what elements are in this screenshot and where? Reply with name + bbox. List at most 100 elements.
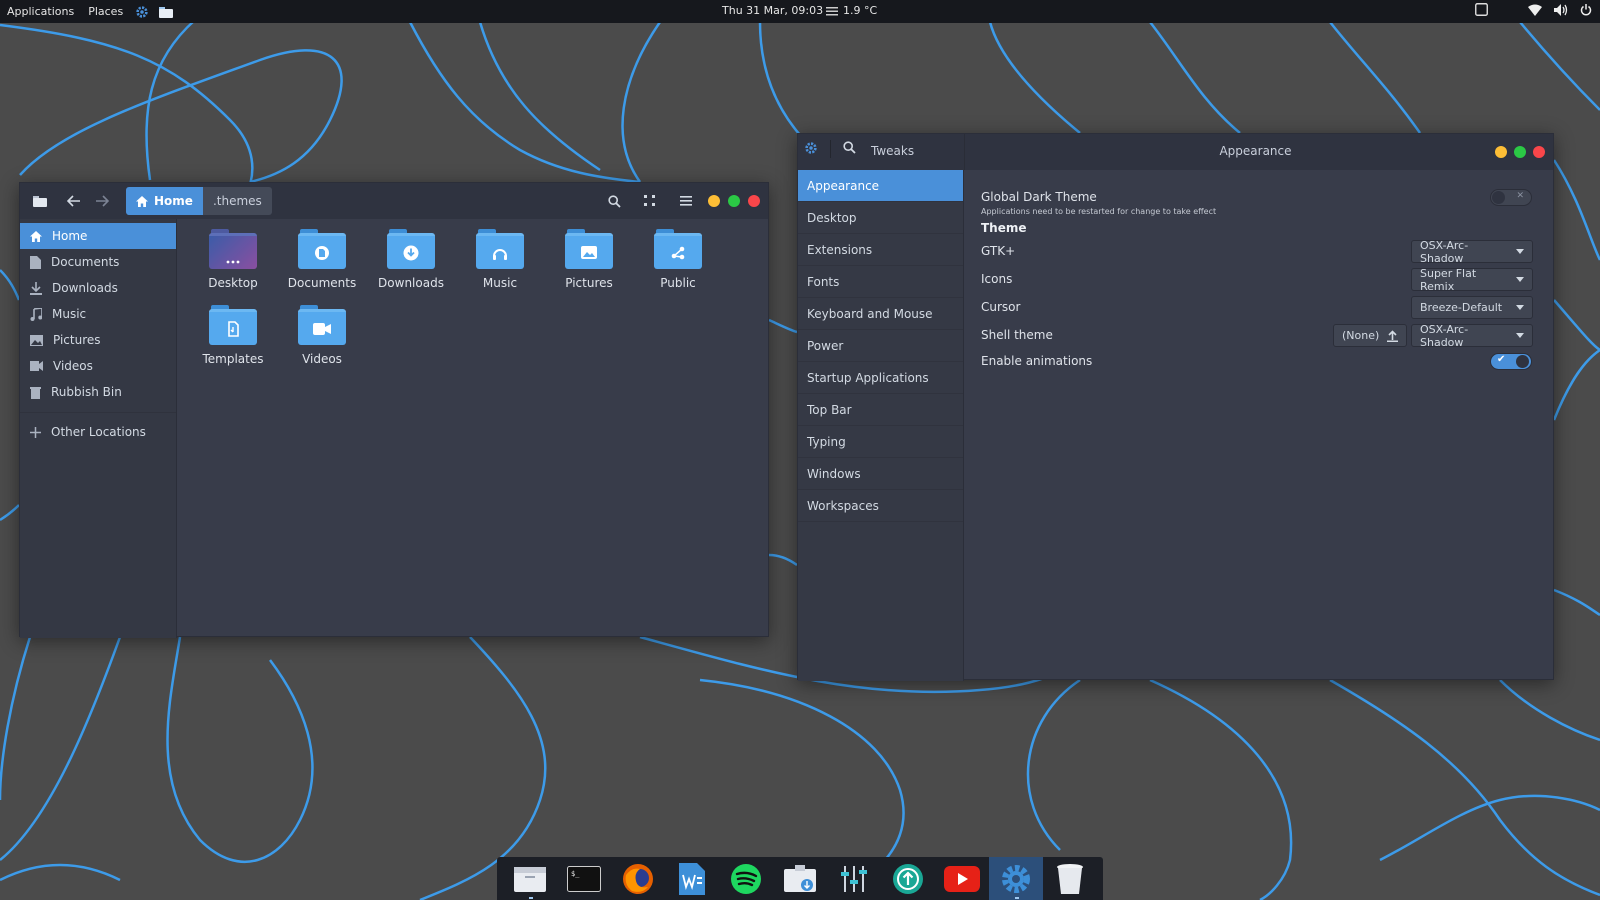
trash-icon: [30, 386, 41, 399]
gtk-theme-dropdown[interactable]: OSX-Arc-Shadow: [1411, 238, 1533, 265]
path-current-label: .themes: [212, 194, 262, 208]
dock-update-manager-app[interactable]: [881, 857, 935, 900]
close-button[interactable]: [748, 195, 760, 207]
path-home-button[interactable]: Home: [126, 187, 203, 215]
sidebar-item-rubbish-bin[interactable]: Rubbish Bin: [20, 379, 176, 405]
sidebar-item-other-locations[interactable]: Other Locations: [20, 419, 176, 445]
tweaks-nav-windows[interactable]: Windows: [798, 458, 963, 490]
gtk-theme-value: OSX-Arc-Shadow: [1420, 238, 1469, 265]
download-icon: [30, 281, 42, 295]
folder-pictures[interactable]: Pictures: [545, 229, 633, 301]
file-manager-header: Home .themes: [20, 183, 768, 219]
shell-theme-value: OSX-Arc-Shadow: [1420, 322, 1469, 349]
forward-button[interactable]: [88, 188, 116, 214]
tweaks-gear-icon[interactable]: [133, 4, 151, 20]
menu-button[interactable]: [672, 188, 700, 214]
dock-youtube-app[interactable]: [935, 857, 989, 900]
tweaks-nav-fonts[interactable]: Fonts: [798, 266, 963, 298]
folder-label: Music: [482, 276, 518, 290]
close-button[interactable]: [1533, 146, 1545, 158]
enable-animations-switch[interactable]: ✔: [1490, 353, 1532, 370]
tweaks-nav-top-bar[interactable]: Top Bar: [798, 394, 963, 426]
dock-spotify-app[interactable]: [719, 857, 773, 900]
volume-icon[interactable]: [1554, 3, 1568, 16]
terminal-icon: $_: [567, 865, 601, 892]
view-toggle-button[interactable]: [636, 188, 664, 214]
back-button[interactable]: [60, 188, 88, 214]
search-button[interactable]: [600, 188, 628, 214]
document-icon: [30, 255, 41, 269]
tweaks-sidebar: Appearance Desktop Extensions Fonts Keyb…: [798, 170, 964, 681]
folder-templates[interactable]: Templates: [189, 305, 277, 377]
minimize-button[interactable]: [708, 195, 720, 207]
settings-gear-icon: [1002, 864, 1030, 893]
dock-archive-manager-app[interactable]: [773, 857, 827, 900]
desktop-folder-icon: [209, 233, 257, 269]
sidebar-item-music[interactable]: Music: [20, 301, 176, 327]
path-current-button[interactable]: .themes: [202, 187, 272, 215]
places-menu[interactable]: Places: [81, 5, 130, 18]
tweaks-nav-power[interactable]: Power: [798, 330, 963, 362]
sidebar-toggle-button[interactable]: [26, 188, 54, 214]
tweaks-nav-startup-applications[interactable]: Startup Applications: [798, 362, 963, 394]
maximize-button[interactable]: [1514, 146, 1526, 158]
folder-documents[interactable]: Documents: [278, 229, 366, 301]
dock-files-app[interactable]: [503, 857, 557, 900]
svg-text:$_: $_: [571, 870, 580, 878]
dock-writer-app[interactable]: [665, 857, 719, 900]
tweaks-nav-desktop[interactable]: Desktop: [798, 202, 963, 234]
sidebar-item-documents[interactable]: Documents: [20, 249, 176, 275]
dock-firefox-app[interactable]: [611, 857, 665, 900]
tweaks-nav-appearance[interactable]: Appearance: [798, 170, 963, 202]
folder-downloads[interactable]: Downloads: [367, 229, 455, 301]
sidebar-item-pictures[interactable]: Pictures: [20, 327, 176, 353]
dock-mixer-app[interactable]: [827, 857, 881, 900]
folder-public[interactable]: Public: [634, 229, 722, 301]
tweaks-nav-extensions[interactable]: Extensions: [798, 234, 963, 266]
applications-menu[interactable]: Applications: [0, 5, 81, 18]
global-dark-theme-note: Applications need to be restarted for ch…: [981, 207, 1217, 216]
icons-theme-dropdown[interactable]: Super Flat Remix: [1411, 267, 1533, 293]
dock-terminal-app[interactable]: $_: [557, 857, 611, 900]
dock-settings-app[interactable]: [989, 857, 1043, 900]
sidebar-item-label: Downloads: [52, 281, 118, 295]
sidebar-item-videos[interactable]: Videos: [20, 353, 176, 379]
power-icon[interactable]: [1580, 3, 1592, 16]
sidebar-item-label: Rubbish Bin: [51, 385, 122, 399]
global-dark-theme-label: Global Dark Theme: [981, 190, 1097, 204]
sidebar-item-label: Pictures: [53, 333, 101, 347]
system-tray: [1475, 3, 1592, 16]
tweaks-nav-typing[interactable]: Typing: [798, 426, 963, 458]
shell-theme-upload-button[interactable]: (None): [1333, 324, 1407, 347]
folder-music[interactable]: Music: [456, 229, 544, 301]
folder-desktop[interactable]: Desktop: [189, 229, 277, 301]
dock-trash-app[interactable]: [1043, 857, 1097, 900]
firefox-icon: [623, 863, 653, 894]
icons-label: Icons: [981, 272, 1013, 286]
folder-label: Pictures: [565, 276, 613, 290]
files-icon: [514, 866, 546, 892]
enable-animations-label: Enable animations: [981, 354, 1093, 368]
chevron-down-icon: [1516, 333, 1524, 338]
files-folder-icon[interactable]: [157, 4, 175, 20]
sidebar-item-home[interactable]: Home: [20, 223, 176, 249]
wifi-icon[interactable]: [1528, 4, 1542, 16]
path-home-label: Home: [154, 194, 193, 208]
shell-theme-dropdown[interactable]: OSX-Arc-Shadow: [1411, 322, 1533, 349]
folder-videos[interactable]: Videos: [278, 305, 366, 377]
sidebar-item-downloads[interactable]: Downloads: [20, 275, 176, 301]
global-dark-theme-switch[interactable]: ✕: [1490, 189, 1532, 206]
minimize-button[interactable]: [1495, 146, 1507, 158]
maximize-button[interactable]: [728, 195, 740, 207]
clock[interactable]: Thu 31 Mar, 09:03: [722, 4, 823, 17]
workspace-icon[interactable]: [1475, 3, 1488, 16]
sidebar-item-label: Documents: [51, 255, 120, 269]
tweaks-nav-workspaces[interactable]: Workspaces: [798, 490, 963, 522]
cursor-label: Cursor: [981, 300, 1021, 314]
hamburger-icon: [680, 196, 692, 206]
tweaks-nav-keyboard-mouse[interactable]: Keyboard and Mouse: [798, 298, 963, 330]
cursor-theme-dropdown[interactable]: Breeze-Default: [1411, 296, 1533, 319]
pictures-folder-icon: [565, 233, 613, 269]
weather-indicator[interactable]: 1.9 °C: [826, 4, 877, 17]
sidebar-divider: [20, 405, 176, 413]
